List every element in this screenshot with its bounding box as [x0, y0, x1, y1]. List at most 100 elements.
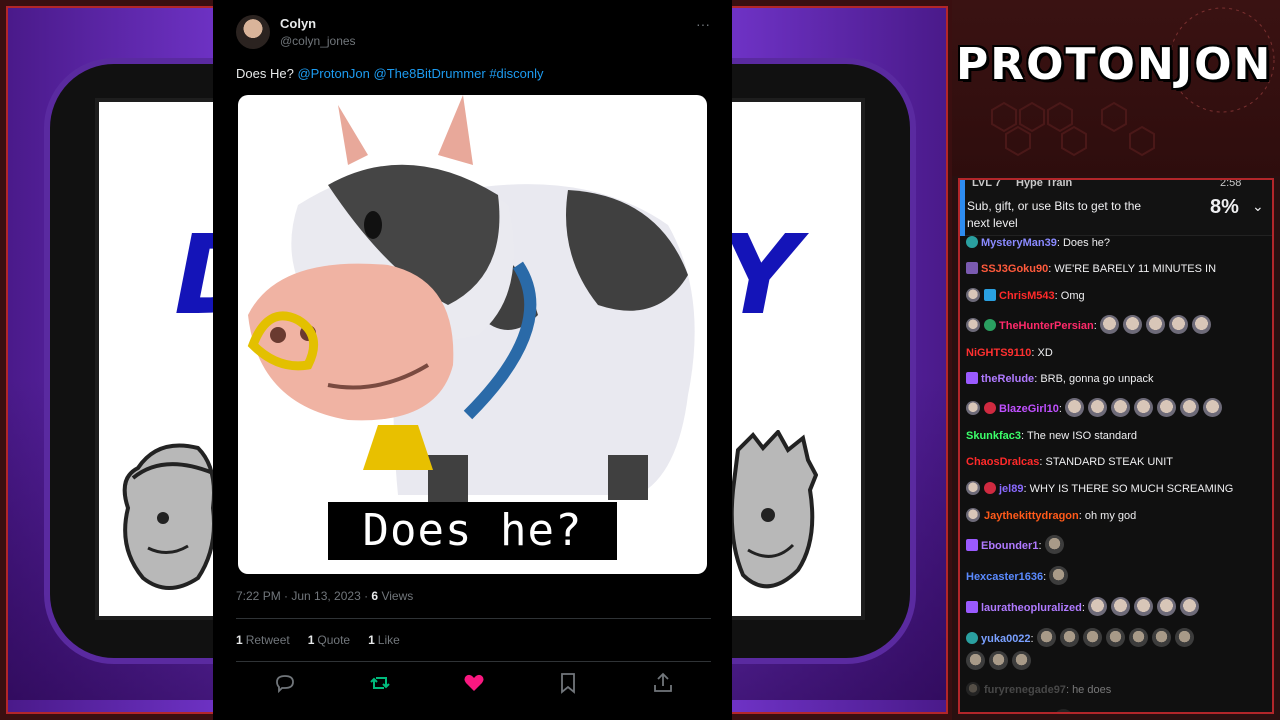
emote-icon [1082, 628, 1102, 647]
retweet-count: 1 [236, 633, 243, 647]
chat-username[interactable]: yuka0022 [981, 633, 1031, 645]
tweet-card: Colyn @colyn_jones ··· Does He? @ProtonJ… [213, 0, 732, 720]
badge-icon [966, 481, 980, 495]
chat-username[interactable]: SSJ3Goku90 [981, 263, 1048, 275]
quote-label: Quote [317, 633, 351, 647]
emote-icon [1122, 315, 1142, 334]
chat-message: Hexcaster1636: [966, 566, 1270, 585]
retweet-label: Retweet [245, 633, 290, 647]
chat-username[interactable]: BlazeGirl10 [999, 403, 1059, 415]
mascot-left-illustration [122, 443, 216, 590]
chat-message: NiGHTS9110: XD [966, 347, 1053, 359]
chat-text: oh my god [1084, 510, 1137, 522]
chat-text: BRB, gonna go unpack [1040, 373, 1154, 385]
hype-percent: 8% [1210, 196, 1239, 218]
retweet-icon[interactable] [368, 671, 392, 695]
emote-icon [1012, 651, 1031, 670]
emote-icon [966, 651, 985, 670]
chat-username[interactable]: furyrenegade97 [984, 684, 1066, 696]
chat-username[interactable]: Ebounder1 [981, 540, 1038, 552]
chat-username[interactable]: MysteryMan39 [981, 237, 1057, 249]
tweet-author-handle[interactable]: @colyn_jones [280, 34, 356, 48]
chat-text: WE'RE BARELY 11 MINUTES IN [1054, 263, 1217, 275]
chat-message: TheHunterPersian: [966, 315, 1270, 334]
hashtag-link[interactable]: #disconly [489, 66, 543, 81]
leaf-badge-icon [984, 482, 996, 494]
chat-username[interactable]: TheHunterPersian [999, 320, 1094, 332]
chat-username[interactable]: Jaythekittydragon [984, 510, 1079, 522]
badge-icon [966, 601, 978, 613]
chat-message: BlazeGirl10: [966, 398, 1270, 417]
chat-username[interactable]: Skunkfac3 [966, 430, 1021, 442]
chat-text: STANDARD STEAK UNIT [1045, 456, 1174, 468]
chat-text: The new ISO standard [1026, 430, 1138, 442]
more-options-icon[interactable]: ··· [693, 14, 713, 34]
emote-icon [1151, 628, 1171, 647]
like-stat[interactable]: 1 Like [368, 633, 400, 647]
badge-icon [966, 288, 980, 302]
tweet-stats: 1 Retweet 1 Quote 1 Like [236, 633, 400, 647]
views-label: Views [381, 589, 414, 603]
chat-message: sakurosolica: [966, 709, 1270, 714]
mention-link[interactable]: @The8BitDrummer [374, 66, 486, 81]
channel-logo: PROTONJON [956, 39, 1273, 90]
tweet-author-name[interactable]: Colyn [280, 16, 316, 31]
quote-stat[interactable]: 1 Quote [308, 633, 350, 647]
chat-message-continued [966, 651, 1270, 670]
mascot-right-illustration [729, 430, 818, 589]
emote-icon [1174, 628, 1194, 647]
like-label: Like [377, 633, 400, 647]
chat-text: Omg [1060, 290, 1085, 302]
chevron-down-icon[interactable]: ⌄ [1252, 198, 1264, 215]
chat-message: Skunkfac3: The new ISO standard [966, 430, 1138, 442]
emote-icon [1065, 398, 1085, 417]
chat-username[interactable]: lauratheopluralized [981, 602, 1082, 614]
share-icon[interactable] [651, 671, 675, 695]
tweet-media-image[interactable]: Does he? [238, 95, 707, 574]
mention-link[interactable]: @ProtonJon [297, 66, 369, 81]
badge-icon [966, 539, 978, 551]
chat-message: theRelude: BRB, gonna go unpack [966, 372, 1270, 386]
retweet-stat[interactable]: 1 Retweet [236, 633, 290, 647]
chat-message: lauratheopluralized: [966, 597, 1270, 616]
emote-icon [1088, 398, 1108, 417]
hype-train-banner[interactable]: LVL 7 Hype Train 2:58 Sub, gift, or use … [960, 180, 1272, 236]
chat-username[interactable]: jel89 [999, 483, 1023, 495]
badge-icon [966, 372, 978, 384]
emote-icon [1179, 597, 1199, 616]
emote-icon [1110, 597, 1130, 616]
tweet-text: Does He? @ProtonJon @The8BitDrummer #dis… [236, 66, 544, 81]
chat-username[interactable]: NiGHTS9110 [966, 347, 1031, 359]
chat-message: ChrisM543: Omg [966, 288, 1270, 303]
chat-username[interactable]: Hexcaster1636 [966, 571, 1043, 583]
emote-icon [1105, 628, 1125, 647]
logo-area: PROTONJON [952, 0, 1280, 176]
chat-username[interactable]: ChrisM543 [999, 290, 1055, 302]
emote-icon [1156, 597, 1176, 616]
emote-icon [1145, 315, 1165, 334]
reply-icon[interactable] [273, 671, 297, 695]
badge-icon [966, 508, 980, 522]
chat-text: he does [1072, 684, 1112, 696]
avatar[interactable] [236, 15, 270, 49]
tweet-actions [263, 671, 683, 695]
chat-username[interactable]: theRelude [981, 373, 1034, 385]
overlay-panel: PROTONJON LVL 7 Hype Train 2:58 Sub, gif… [952, 0, 1280, 720]
emote-icon [1157, 398, 1177, 417]
emote-icon [1099, 315, 1119, 334]
bookmark-icon[interactable] [556, 671, 580, 695]
quote-count: 1 [307, 633, 315, 647]
badge-icon [966, 713, 978, 714]
chat-message: Jaythekittydragon: oh my god [966, 508, 1270, 523]
tweet-text-prefix: Does He? [236, 66, 294, 81]
like-icon[interactable] [462, 671, 486, 695]
badge-icon [966, 632, 978, 644]
emote-icon [1203, 398, 1223, 417]
badge-icon [966, 236, 978, 248]
emote-icon [1044, 535, 1064, 554]
chat-username[interactable]: ChaosDralcas [966, 456, 1039, 468]
chat-panel: LVL 7 Hype Train 2:58 Sub, gift, or use … [958, 178, 1274, 714]
badge-icon [966, 262, 978, 274]
hype-timer: 2:58 [1220, 178, 1242, 189]
tweet-time[interactable]: 7:22 PM · Jun 13, 2023 · [236, 589, 368, 603]
